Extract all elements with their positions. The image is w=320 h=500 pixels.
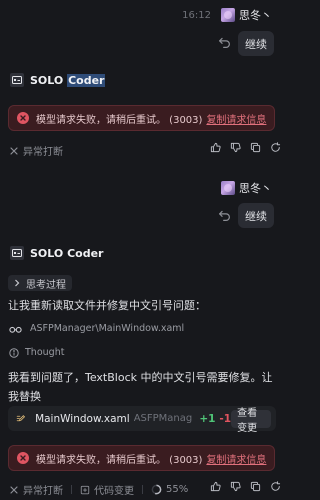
file-read-item[interactable]: ASFPManager\MainWindow.xaml [9,323,184,334]
status-row-2: 异常打断 代码变更 55% [9,482,188,497]
feedback-actions-1 [210,142,281,153]
interrupted-label: 异常打断 [23,147,63,158]
info-icon [9,347,19,358]
user-message-text: 继续 [245,37,267,51]
agent-header-1: SOLO Coder [10,73,106,87]
interrupted-icon [10,485,18,494]
copy-request-info-link[interactable]: 复制请求信息 [206,115,266,126]
lines-added: +1 [199,412,216,425]
solo-logo-icon [10,246,24,260]
chevron-right-icon [15,279,20,287]
user-message-text: 继续 [245,209,267,223]
agent-name: SOLO Coder [30,246,104,260]
user-message-bubble: 继续 [238,31,274,56]
changed-file-path: ASFPManager\Main... [133,413,193,424]
undo-icon[interactable] [218,36,231,49]
status-row-1: 异常打断 [9,143,63,158]
user-header-2: 思冬丶 [221,180,272,196]
error-banner: 模型请求失败，请稍后重试。 (3003) 复制请求信息 [8,105,275,131]
thumbs-down-icon[interactable] [230,142,241,153]
file-change-card[interactable]: MainWindow.xaml ASFPManager\Main... +1 -… [8,406,276,434]
avatar [221,181,235,195]
retry-icon[interactable] [270,142,281,153]
glasses-icon [9,326,22,333]
changed-file-name: MainWindow.xaml [35,412,130,425]
agent-name: SOLO Coder [30,73,106,87]
code-change-icon [80,485,90,494]
thought-label: Thought [25,347,65,358]
thinking-toggle[interactable]: 思考过程 [8,275,72,291]
error-text: 模型请求失败，请稍后重试。 (3003) 复制请求信息 [36,454,267,466]
error-banner: 模型请求失败，请稍后重试。 (3003) 复制请求信息 [8,445,275,471]
user-message-bubble: 继续 [238,203,274,228]
interrupted-label: 异常打断 [23,486,63,497]
interrupted-icon [10,146,18,155]
context-usage-percent: 55% [166,484,189,495]
feedback-actions-2 [210,481,281,492]
thumbs-down-icon[interactable] [230,481,241,492]
thought-item[interactable]: Thought [9,347,64,358]
error-icon [17,452,29,464]
error-icon [17,112,29,124]
agent-header-2: SOLO Coder [10,246,103,260]
user-name: 思冬丶 [239,9,272,22]
copy-icon[interactable] [250,142,261,153]
solo-logo-icon [10,73,24,87]
thumbs-up-icon[interactable] [210,142,221,153]
avatar [221,8,235,22]
divider [142,485,143,494]
user-header-1: 16:12 思冬丶 [182,7,272,23]
message-text: 让我重新读取文件并修复中文引号问题： [8,299,206,312]
timestamp: 16:12 [182,9,211,21]
file-path: ASFPManager\MainWindow.xaml [30,323,185,334]
edit-file-icon [16,415,26,422]
thumbs-up-icon[interactable] [210,481,221,492]
undo-icon[interactable] [218,209,231,222]
user-name: 思冬丶 [239,182,272,195]
retry-icon[interactable] [270,481,281,492]
lines-removed: -1 [219,412,232,425]
copy-icon[interactable] [250,481,261,492]
divider [71,485,72,494]
code-change-button[interactable]: 代码变更 [94,482,134,497]
view-changes-button[interactable]: 查看变更 [231,408,271,434]
progress-ring-icon [151,484,162,495]
copy-request-info-link[interactable]: 复制请求信息 [206,455,266,466]
error-text: 模型请求失败，请稍后重试。 (3003) 复制请求信息 [36,114,267,126]
thinking-label: 思考过程 [26,279,66,291]
